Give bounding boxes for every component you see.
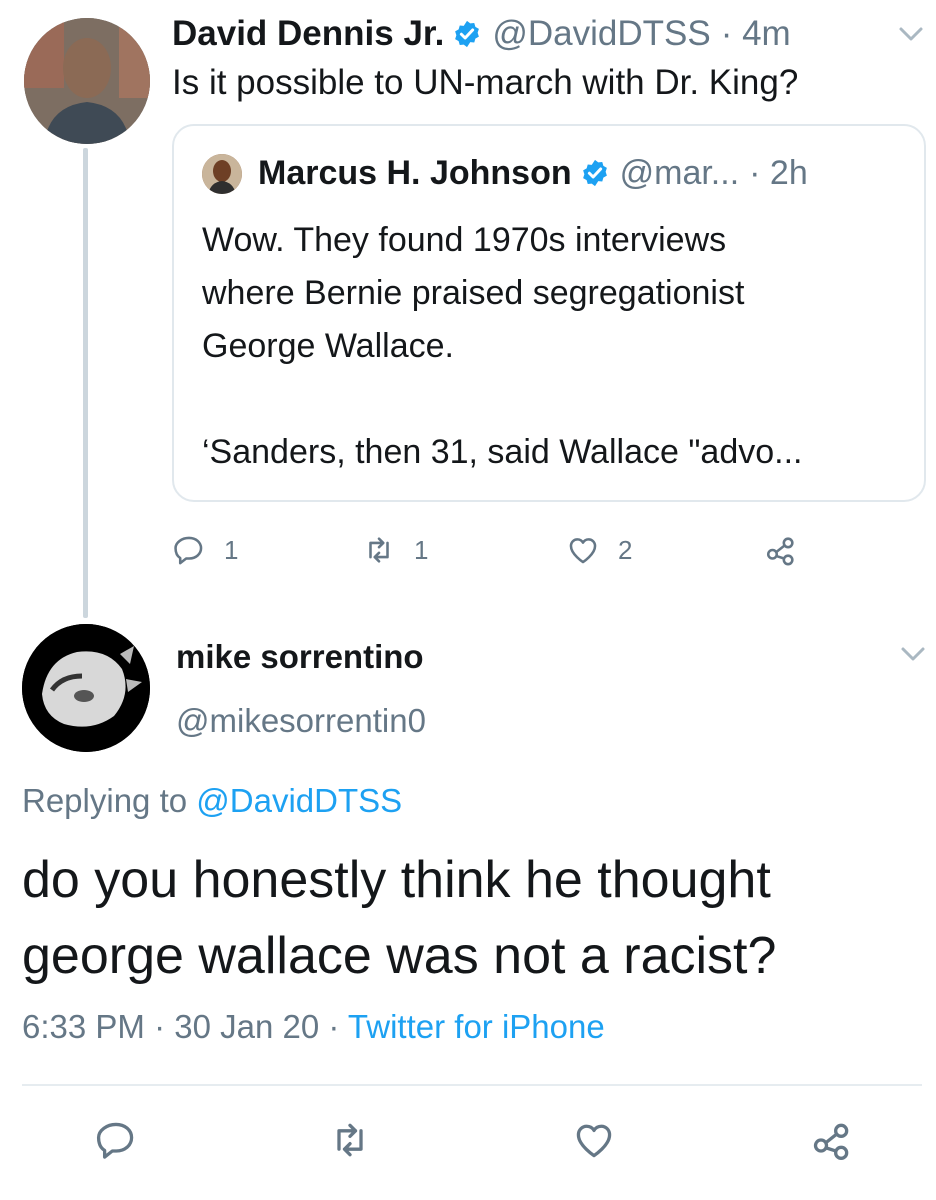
chevron-down-icon[interactable] (898, 644, 928, 664)
share-icon (813, 1123, 849, 1160)
timestamp: 6:33 PM · 30 Jan 20 · (22, 1008, 348, 1045)
quoted-text-line: where Bernie praised segregationist (202, 274, 745, 312)
avatar[interactable] (24, 18, 150, 144)
like-icon (576, 1124, 612, 1158)
tweet-actions (0, 1112, 936, 1172)
like-icon (569, 538, 597, 564)
share-button[interactable] (810, 1112, 854, 1168)
divider (22, 1084, 922, 1086)
retweet-button[interactable]: 1 (362, 522, 428, 578)
author-handle[interactable]: @DavidDTSS (492, 14, 710, 54)
tweet-time: · 4m (720, 14, 791, 53)
thread-line (83, 148, 88, 618)
tweet-meta: 6:33 PM · 30 Jan 20 · Twitter for iPhone (22, 1008, 605, 1046)
retweet-icon (337, 1123, 363, 1157)
quoted-text-line (202, 373, 902, 426)
tweet-text-line: george wallace was not a racist? (22, 927, 777, 985)
like-button[interactable]: 2 (566, 522, 632, 578)
reply-icon (174, 536, 203, 565)
replying-to-link[interactable]: @DavidDTSS (196, 782, 402, 819)
retweet-count: 1 (414, 534, 429, 565)
quoted-text: Wow. They found 1970s interviews where B… (202, 214, 902, 479)
share-icon (766, 537, 794, 566)
tweet-header: David Dennis Jr. @DavidDTSS · 4m (172, 10, 791, 58)
verified-icon (582, 159, 607, 187)
reply-icon (96, 1122, 134, 1159)
tweet-actions: 1 1 2 (172, 522, 812, 578)
avatar[interactable] (22, 624, 150, 752)
quoted-avatar (202, 154, 242, 194)
quoted-text-line: Wow. They found 1970s interviews (202, 221, 727, 259)
reply-count: 1 (224, 534, 239, 565)
quoted-text-line: George Wallace. (202, 327, 454, 365)
reply-button[interactable]: 1 (172, 522, 238, 578)
tweet-text: Is it possible to UN-march with Dr. King… (172, 63, 799, 102)
quoted-header: Marcus H. Johnson @mar... · 2h (258, 148, 808, 198)
like-count: 2 (618, 534, 633, 565)
quoted-author-handle: @mar... (619, 153, 740, 192)
quoted-text-line: ‘Sanders, then 31, said Wallace "advo... (202, 433, 803, 471)
quoted-author-name: Marcus H. Johnson (258, 153, 572, 192)
source-link[interactable]: Twitter for iPhone (348, 1008, 605, 1045)
replying-prefix: Replying to (22, 782, 197, 819)
verified-icon (455, 20, 480, 48)
author-handle[interactable]: @mikesorrentin0 (176, 702, 426, 740)
tweet-text-line: do you honestly think he thought (22, 851, 771, 909)
quoted-tweet-card[interactable]: Marcus H. Johnson @mar... · 2h Wow. They… (172, 124, 926, 502)
retweet-icon (369, 537, 389, 563)
like-button[interactable] (572, 1112, 616, 1168)
quoted-avatar-photo (202, 154, 242, 194)
retweet-button[interactable] (328, 1112, 372, 1168)
reply-button[interactable] (94, 1112, 138, 1168)
quoted-time: · 2h (749, 153, 808, 192)
author-name[interactable]: mike sorrentino (176, 638, 424, 676)
avatar-photo (24, 18, 150, 144)
share-button[interactable] (764, 522, 798, 578)
avatar-photo (22, 624, 150, 752)
chevron-down-icon[interactable] (896, 24, 926, 44)
tweet-text: do you honestly think he thought george … (22, 842, 922, 994)
author-name[interactable]: David Dennis Jr. (172, 14, 444, 54)
replying-to: Replying to @DavidDTSS (22, 782, 402, 820)
